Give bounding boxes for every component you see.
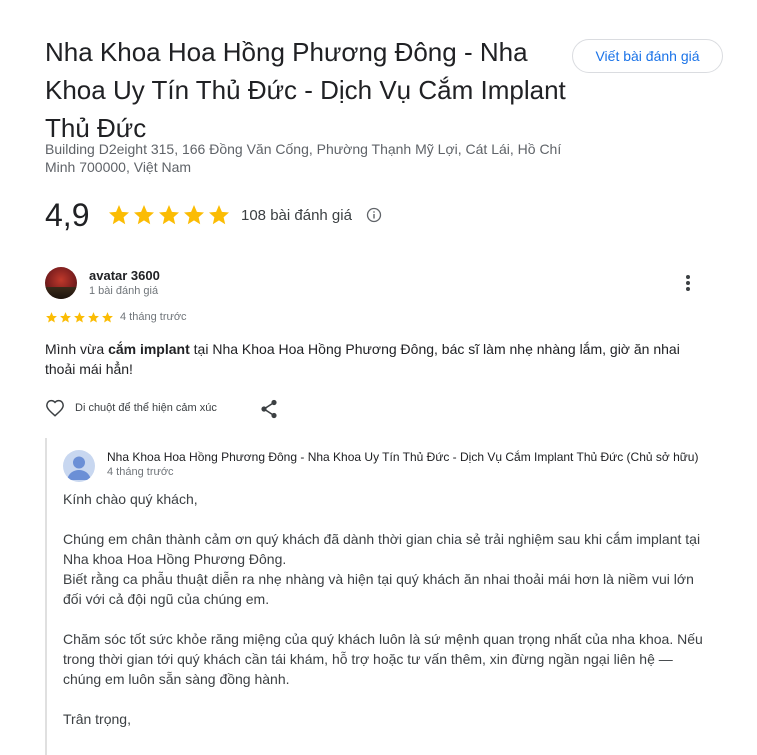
reply-paragraph: Chúng em chân thành cảm ơn quý khách đã … bbox=[63, 529, 713, 609]
rating-stars bbox=[107, 203, 231, 227]
review-text-start: Mình vừa bbox=[45, 341, 109, 357]
star-icon bbox=[88, 312, 99, 323]
owner-name: Nha Khoa Hoa Hồng Phương Đông - Nha Khoa… bbox=[107, 450, 699, 464]
reply-line: Biết rằng ca phẫu thuật diễn ra nhẹ nhàn… bbox=[63, 571, 694, 607]
write-review-button[interactable]: Viết bài đánh giá bbox=[572, 39, 723, 73]
owner-reply: Kính chào quý khách, Chúng em chân thành… bbox=[63, 489, 713, 749]
share-icon[interactable] bbox=[260, 399, 278, 419]
review-text-bold: cắm implant bbox=[108, 341, 190, 357]
reply-line: Chúng em chân thành cảm ơn quý khách đã … bbox=[63, 531, 701, 567]
reviewer-review-count: 1 bài đánh giá bbox=[89, 285, 159, 297]
review-count[interactable]: 108 bài đánh giá bbox=[241, 207, 352, 224]
star-icon bbox=[209, 205, 229, 225]
star-icon bbox=[46, 312, 57, 323]
star-icon bbox=[184, 205, 204, 225]
place-title: Nha Khoa Hoa Hồng Phương Đông - Nha Khoa… bbox=[45, 37, 566, 143]
reply-closing: Trân trọng, bbox=[63, 711, 131, 727]
owner-reply-time: 4 tháng trước bbox=[107, 466, 174, 478]
owner-avatar bbox=[63, 450, 95, 482]
reply-greeting: Kính chào quý khách, bbox=[63, 491, 198, 507]
star-icon bbox=[109, 205, 129, 225]
review-text: Mình vừa cắm implant tại Nha Khoa Hoa Hồ… bbox=[45, 339, 705, 379]
reply-divider bbox=[45, 438, 47, 755]
star-icon bbox=[159, 205, 179, 225]
reviewer-avatar[interactable] bbox=[45, 267, 77, 299]
star-icon bbox=[60, 312, 71, 323]
person-icon bbox=[67, 456, 91, 480]
rating-summary: 4,9 108 bài đánh giá bbox=[45, 195, 382, 235]
more-options-icon[interactable] bbox=[680, 273, 696, 295]
rating-value: 4,9 bbox=[45, 196, 90, 233]
star-icon bbox=[102, 312, 113, 323]
reply-paragraph: Chăm sóc tốt sức khỏe răng miệng của quý… bbox=[63, 631, 703, 687]
info-icon[interactable] bbox=[366, 207, 382, 223]
review-stars bbox=[45, 311, 114, 324]
star-icon bbox=[134, 205, 154, 225]
review-time: 4 tháng trước bbox=[120, 311, 187, 323]
heart-icon[interactable] bbox=[45, 399, 65, 417]
react-hint: Di chuột để thể hiện cảm xúc bbox=[75, 402, 217, 414]
star-icon bbox=[74, 312, 85, 323]
reviewer-name[interactable]: avatar 3600 bbox=[89, 268, 160, 283]
place-address: Building D2eight 315, 166 Đồng Văn Cống,… bbox=[45, 141, 562, 175]
